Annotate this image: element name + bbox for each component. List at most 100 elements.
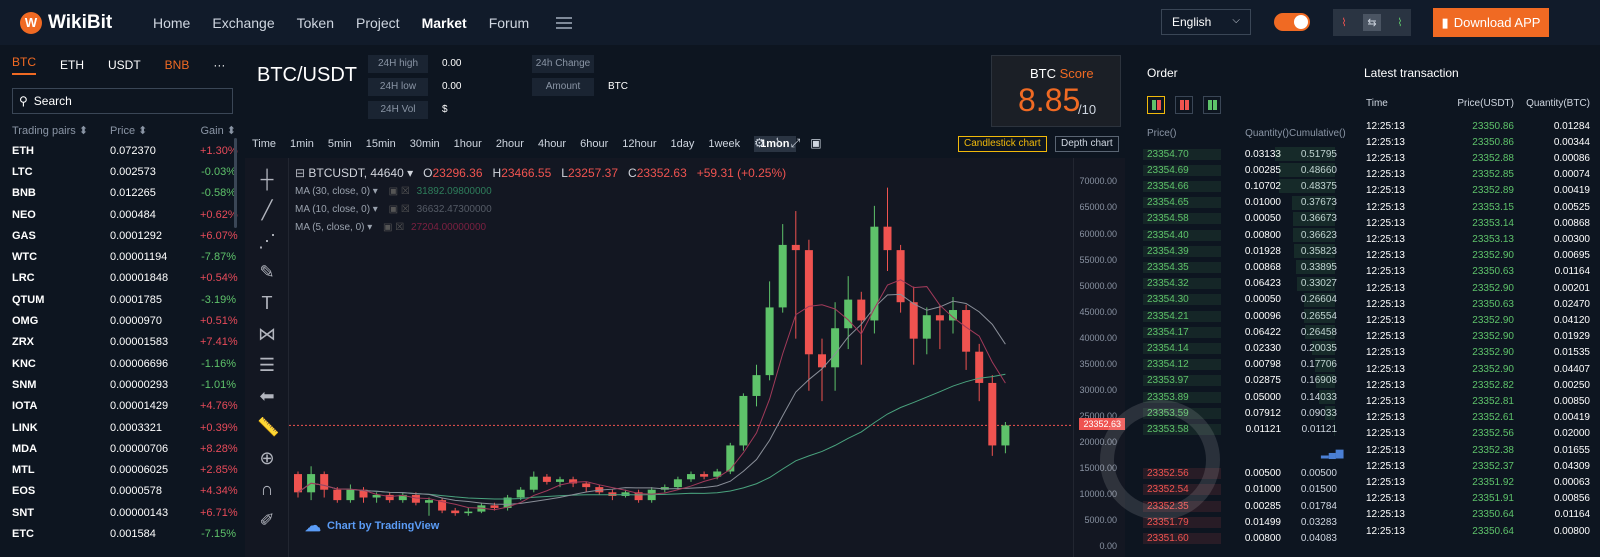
pair-row[interactable]: EOS 0.0000578 +4.34% [0,481,240,502]
interval-12hour[interactable]: 12hour [622,138,656,150]
ask-row[interactable]: 23354.58 0.00050 0.36673 [1143,211,1343,227]
pair-row[interactable]: IOTA 0.00001429 +4.76% [0,396,240,417]
pair-row[interactable]: ETC 0.001584 -7.15% [0,523,240,544]
interval-1min[interactable]: 1min [290,138,314,150]
nav-project[interactable]: Project [356,15,400,31]
ask-row[interactable]: 23354.12 0.00798 0.17706 [1143,357,1343,373]
ask-row[interactable]: 23354.32 0.06423 0.33027 [1143,276,1343,292]
ask-row[interactable]: 23353.97 0.02875 0.16908 [1143,373,1343,389]
ask-row[interactable]: 23353.59 0.07912 0.09033 [1143,405,1343,421]
pair-row[interactable]: LRC 0.00001848 +0.54% [0,268,240,289]
ask-row[interactable]: 23354.65 0.01000 0.37673 [1143,195,1343,211]
pair-row[interactable]: ZRX 0.00001583 +7.41% [0,332,240,353]
pair-row[interactable]: BNB 0.012265 -0.58% [0,183,240,204]
ask-row[interactable]: 23354.35 0.00868 0.33895 [1143,259,1343,275]
trade-time: 12:25:13 [1366,136,1405,148]
interval-6hour[interactable]: 6hour [580,138,608,150]
interval-30min[interactable]: 30min [410,138,440,150]
score-title: BTC Score [1030,66,1094,81]
list-scrollbar[interactable] [234,138,237,228]
tab-bnb[interactable]: BNB [165,58,190,72]
col-trading-pairs[interactable]: Trading pairs ⬍ [12,124,110,140]
nav-home[interactable]: Home [153,15,190,31]
pair-gain: -0.58% [201,187,236,200]
brand-logo[interactable]: W WikiBit [20,11,130,34]
pair-row[interactable]: SNM 0.00000293 -1.01% [0,374,240,395]
hamburger-menu-icon[interactable] [556,16,573,29]
pair-row[interactable]: LINK 0.0003321 +0.39% [0,417,240,438]
interval-1week[interactable]: 1week [708,138,740,150]
indicator-icon[interactable]: ⌇ [775,136,781,151]
language-select[interactable]: English ⌵ [1161,9,1251,35]
trade-row: 12:25:13 23352.90 0.00695 [1366,248,1596,264]
ask-qty: 0.01000 [1244,197,1281,209]
pair-row[interactable]: SNT 0.00000143 +6.71% [0,502,240,523]
ask-row[interactable]: 23354.70 0.03133 0.51795 [1143,146,1343,162]
depth-bar [1304,325,1335,340]
tab-eth[interactable]: ETH [60,58,84,72]
bids-only-icon[interactable] [1203,96,1221,114]
interval-4hour[interactable]: 4hour [538,138,566,150]
bid-row[interactable]: 23351.60 0.00800 0.04083 [1143,530,1343,546]
nav-forum[interactable]: Forum [489,15,529,31]
tab-more[interactable]: ··· [213,58,225,72]
settings-gear-icon[interactable]: ⚙ [754,136,765,151]
swap-icon[interactable]: ⇆ [1363,14,1381,31]
col-price[interactable]: Price ⬍ [110,124,200,140]
ask-row[interactable]: 23354.69 0.00285 0.48660 [1143,162,1343,178]
pair-row[interactable]: LTC 0.002573 -0.03% [0,161,240,182]
nav-market[interactable]: Market [422,15,467,31]
price-axis[interactable]: 70000.00 65000.00 60000.00 55000.00 50000.00… [1073,158,1125,557]
tradingview-chart[interactable]: ┼ ╱ ⋰ ✎ T ⋈ ☰ ⬅ 📏 ⊕ ∩ ✐ ⊟ BTCUSDT, 44640… [245,158,1125,557]
bid-row[interactable]: 23352.56 0.00500 0.00500 [1143,466,1343,482]
bid-row[interactable]: 23352.35 0.00285 0.01784 [1143,498,1343,514]
pair-row[interactable]: MTL 0.00006025 +2.85% [0,459,240,480]
download-app-button[interactable]: ▮ Download APP [1433,8,1549,37]
asks-only-icon[interactable] [1175,96,1193,114]
interval-1day[interactable]: 1day [671,138,695,150]
red-trend-icon[interactable]: ⌇ [1341,16,1346,29]
ask-row[interactable]: 23354.40 0.00800 0.36623 [1143,227,1343,243]
pair-row[interactable]: WTC 0.00001194 -7.87% [0,246,240,267]
bid-row[interactable]: 23352.54 0.01000 0.01500 [1143,482,1343,498]
col-gain[interactable]: Gain ⬍ [200,124,236,140]
pair-row[interactable]: OMG 0.0000970 +0.51% [0,310,240,331]
ask-row[interactable]: 23354.14 0.02330 0.20035 [1143,340,1343,356]
ask-price: 23354.58 [1143,213,1221,225]
pair-row[interactable]: ETH 0.072370 +1.30% [0,140,240,161]
interval-1hour[interactable]: 1hour [454,138,482,150]
ask-row[interactable]: 23354.17 0.06422 0.26458 [1143,324,1343,340]
ask-row[interactable]: 23354.39 0.01928 0.35823 [1143,243,1343,259]
green-trend-icon[interactable]: ⌇ [1397,16,1402,29]
tab-btc[interactable]: BTC [12,55,36,75]
bid-row[interactable]: 23351.79 0.01499 0.03283 [1143,514,1343,530]
ask-row[interactable]: 23354.30 0.00050 0.26604 [1143,292,1343,308]
nav-token[interactable]: Token [297,15,334,31]
pair-row[interactable]: GAS 0.0001292 +6.07% [0,225,240,246]
pair-row[interactable]: NEO 0.000484 +0.62% [0,204,240,225]
ask-row[interactable]: 23354.66 0.10702 0.48375 [1143,178,1343,194]
tradingview-logo[interactable]: ☁ Chart by TradingView [305,516,439,536]
ask-row[interactable]: 23353.58 0.01121 0.01121 [1143,421,1343,437]
pair-row[interactable]: KNC 0.00006696 -1.16% [0,353,240,374]
both-sides-icon[interactable] [1147,96,1165,114]
interval-15min[interactable]: 15min [366,138,396,150]
interval-5min[interactable]: 5min [328,138,352,150]
candlestick-chart-button[interactable]: Candlestick chart [958,136,1047,152]
fullscreen-icon[interactable]: ⤢ [791,136,801,151]
pair-row[interactable]: QTUM 0.0001785 -3.19% [0,289,240,310]
trade-row: 12:25:13 23352.90 0.04407 [1366,361,1596,377]
tab-usdt[interactable]: USDT [108,58,141,72]
ask-qty: 0.00096 [1244,310,1281,322]
depth-chart-button[interactable]: Depth chart [1055,136,1119,152]
depth-bar [1291,195,1335,210]
ask-row[interactable]: 23353.89 0.05000 0.14033 [1143,389,1343,405]
pair-row[interactable]: MDA 0.00000706 +8.28% [0,438,240,459]
nav-exchange[interactable]: Exchange [212,15,274,31]
price-tick: 5000.00 [1084,514,1117,525]
search-input[interactable]: ⚲ Search [12,88,233,114]
interval-2hour[interactable]: 2hour [496,138,524,150]
theme-toggle[interactable] [1274,13,1310,31]
ask-row[interactable]: 23354.21 0.00096 0.26554 [1143,308,1343,324]
save-icon[interactable]: ▣ [810,136,821,151]
